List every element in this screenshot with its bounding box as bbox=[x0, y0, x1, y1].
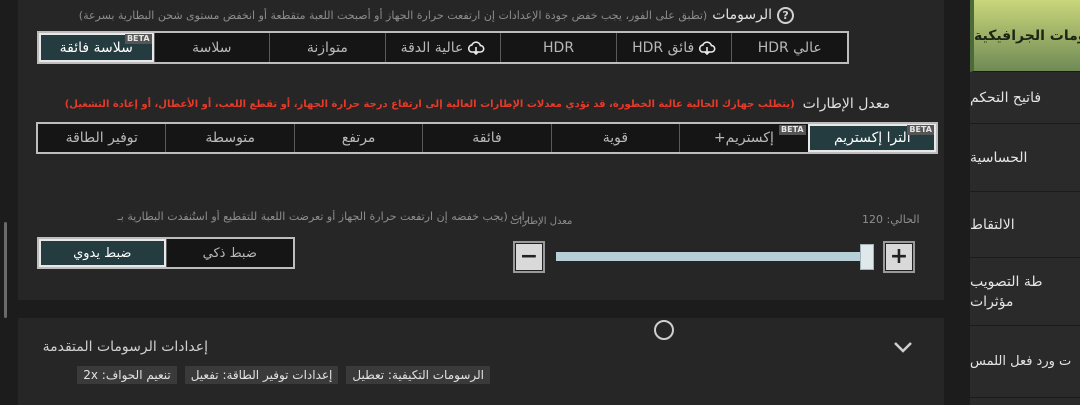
beta-badge: BETA bbox=[778, 125, 806, 135]
graphics-quality-option-1[interactable]: فائق HDR bbox=[615, 33, 732, 62]
sidebar-item-label: ت ورد فعل اللمس bbox=[970, 354, 1072, 369]
sidebar-item-sensitivity[interactable]: الحساسية bbox=[970, 124, 1080, 192]
frame-limit-slider-thumb[interactable] bbox=[860, 244, 874, 270]
sidebar-item-label: طة التصويب bbox=[970, 273, 1043, 290]
option-label: إكستريم+ bbox=[713, 130, 774, 146]
advanced-graphics-panel[interactable] bbox=[18, 318, 944, 405]
cloud-download-icon bbox=[699, 40, 716, 55]
option-label: فائقة bbox=[472, 130, 502, 146]
help-icon[interactable]: ? bbox=[777, 6, 794, 24]
frame-rate-option-3[interactable]: فائقة bbox=[422, 124, 550, 152]
frame-limit-mode-option-0[interactable]: ضبط ذكي bbox=[165, 239, 294, 267]
advanced-settings-summary: الرسومات التكيفية: تعطيل إعدادات توفير ا… bbox=[77, 366, 490, 384]
graphics-quality-option-2[interactable]: HDR bbox=[500, 33, 616, 62]
minus-icon: − bbox=[516, 244, 542, 270]
option-label: متوازنة bbox=[306, 39, 348, 56]
option-label: مرتفع bbox=[341, 130, 376, 146]
option-label: توفير الطاقة bbox=[65, 130, 138, 146]
anti-aliasing-tag: تنعيم الحواف: 2x bbox=[77, 366, 177, 384]
graphics-quality-option-0[interactable]: عالي HDR bbox=[731, 33, 847, 62]
plus-icon: + bbox=[886, 244, 912, 270]
option-label: سلاسة bbox=[192, 39, 232, 56]
sidebar-item-label-line2: مؤثرات bbox=[970, 293, 1014, 310]
frame-limit-slider-track[interactable] bbox=[556, 252, 874, 261]
graphics-note: (تطبق على الفور، يجب خفض جودة الإعدادات … bbox=[78, 8, 708, 22]
adaptive-graphics-tag: الرسومات التكيفية: تعطيل bbox=[346, 366, 490, 384]
scrollbar[interactable] bbox=[4, 222, 7, 318]
option-label: فائق HDR bbox=[632, 39, 695, 56]
beta-badge: BETA bbox=[907, 125, 934, 135]
graphics-quality-option-4[interactable]: متوازنة bbox=[269, 33, 385, 62]
option-label: سلاسة فائقة bbox=[59, 39, 133, 56]
cloud-download-icon bbox=[468, 40, 485, 55]
sidebar-item-controls[interactable]: فاتيح التحكم bbox=[970, 72, 1080, 124]
frame-rate-option-1[interactable]: إكستريم+ BETA bbox=[679, 124, 807, 152]
chevron-down-icon[interactable] bbox=[892, 340, 914, 354]
fps-warning: (يتطلب جهازك الحالية عالية الخطورة، قد ت… bbox=[64, 98, 795, 110]
sidebar-item-crosshair[interactable]: طة التصويب مؤثرات bbox=[970, 258, 1080, 326]
fps-header: معدل الإطارات (يتطلب جهازك الحالية عالية… bbox=[65, 94, 890, 114]
sidebar-item-label: الالتقاط bbox=[970, 216, 1015, 233]
sidebar-item-label: فاتيح التحكم bbox=[970, 89, 1042, 106]
option-label: HDR bbox=[543, 39, 575, 56]
settings-sidebar: ومات الجرافيكية فاتيح التحكم الحساسية ال… bbox=[970, 0, 1080, 405]
graphics-quality-option-3[interactable]: عالية الدقة bbox=[384, 33, 501, 62]
frame-rate-option-4[interactable]: مرتفع bbox=[293, 124, 422, 152]
graphics-title: الرسومات bbox=[712, 7, 772, 23]
frame-rate-option-0[interactable]: ألترا إكستريم BETA bbox=[807, 124, 936, 152]
option-label: عالي HDR bbox=[757, 39, 822, 56]
sidebar-item-haptics[interactable]: ت ورد فعل اللمس bbox=[970, 326, 1080, 398]
frame-limit-current-value: الحالي: 120 bbox=[862, 213, 920, 226]
decrease-button[interactable]: − bbox=[513, 241, 545, 273]
frame-limit-mode-option-1[interactable]: ضبط يدوي bbox=[39, 239, 166, 267]
sidebar-item-label-group: طة التصويب مؤثرات bbox=[970, 272, 1043, 312]
power-saving-tag: إعدادات توفير الطاقة: تفعيل bbox=[184, 366, 339, 384]
option-label: ضبط ذكي bbox=[202, 245, 257, 261]
beta-badge: BETA bbox=[124, 34, 152, 44]
advanced-graphics-title: إعدادات الرسومات المتقدمة bbox=[42, 339, 208, 355]
option-label: عالية الدقة bbox=[400, 39, 464, 56]
frame-limit-mode-selector: ضبط ذكي ضبط يدوي bbox=[37, 237, 295, 269]
sidebar-item-graphics[interactable]: ومات الجرافيكية bbox=[970, 0, 1080, 72]
circle-icon bbox=[654, 320, 674, 340]
sidebar-item-pickup[interactable]: الالتقاط bbox=[970, 192, 1080, 258]
graphics-quality-option-5[interactable]: سلاسة bbox=[153, 33, 270, 62]
frame-limit-note: رات (يجب خفضه إن ارتفعت حرارة الجهاز أو … bbox=[117, 210, 530, 223]
settings-screen: ? الرسومات (تطبق على الفور، يجب خفض جودة… bbox=[0, 0, 1080, 405]
increase-button[interactable]: + bbox=[883, 241, 915, 273]
frame-rate-option-2[interactable]: قوية bbox=[550, 124, 679, 152]
sidebar-item-label: الحساسية bbox=[970, 149, 1028, 166]
graphics-quality-option-6[interactable]: سلاسة فائقة BETA bbox=[38, 33, 154, 62]
frame-rate-option-5[interactable]: متوسطة bbox=[165, 124, 293, 152]
graphics-header: ? الرسومات (تطبق على الفور، يجب خفض جودة… bbox=[79, 4, 794, 26]
frame-limit-slider-label: معدل الإطارات bbox=[510, 216, 573, 227]
option-label: متوسطة bbox=[205, 130, 256, 146]
option-label: ضبط يدوي bbox=[73, 245, 132, 261]
sidebar-item-label: ومات الجرافيكية bbox=[974, 27, 1080, 44]
option-label: قوية bbox=[602, 130, 629, 146]
fps-title: معدل الإطارات bbox=[802, 96, 890, 112]
graphics-quality-selector: عالي HDR فائق HDR HDR عالية الدقة متوازنة سلا… bbox=[37, 31, 849, 64]
option-label: ألترا إكستريم bbox=[833, 130, 911, 146]
frame-rate-option-6[interactable]: توفير الطاقة bbox=[38, 124, 165, 152]
frame-rate-selector: ألترا إكستريم BETA إكستريم+ BETA قوية فائقة مر… bbox=[36, 122, 938, 154]
